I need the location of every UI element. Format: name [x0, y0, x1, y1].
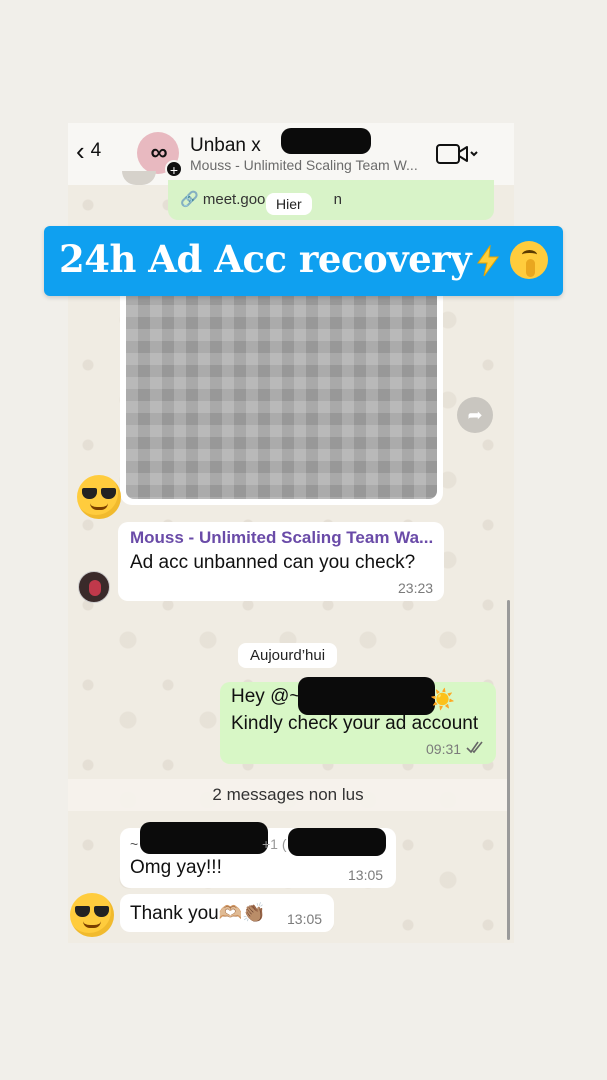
redaction-mark: [298, 677, 435, 715]
plus-icon: +: [165, 160, 183, 178]
message-text: Thank you🫶🏼👏🏽: [130, 903, 267, 924]
message-sender[interactable]: Mouss - Unlimited Scaling Team Wa...: [130, 528, 433, 548]
banner-text: 24h Ad Acc recovery: [59, 237, 472, 281]
image-message[interactable]: [120, 293, 443, 505]
redaction-mark: [288, 828, 386, 856]
link-icon: 🔗: [180, 191, 199, 208]
message-time: 09:31: [426, 741, 462, 757]
redaction-mark: [140, 822, 268, 854]
video-call-icon[interactable]: [436, 143, 480, 167]
message-sender-phone: +1 (: [262, 836, 287, 852]
unread-chats-count: 4: [90, 140, 102, 161]
chat-title[interactable]: Unban x: [190, 135, 261, 157]
group-avatar[interactable]: ∞ +: [137, 132, 183, 178]
meta-logo-icon: ∞: [150, 139, 167, 166]
shushing-face-icon: [510, 241, 548, 279]
redaction-mark: [281, 128, 371, 154]
message-text: Omg yay!!!: [130, 857, 222, 878]
message-text: Hey @~: [231, 686, 301, 707]
sunglasses-emoji-icon: [70, 893, 114, 937]
scrollbar[interactable]: [507, 600, 510, 940]
avatar[interactable]: [78, 571, 110, 603]
blurred-screenshot: [126, 293, 437, 499]
message-time: 23:23: [398, 580, 434, 596]
unread-messages-divider: 2 messages non lus: [68, 779, 508, 811]
date-separator: Aujourd’hui: [238, 643, 338, 668]
lightning-bolt-icon: [477, 245, 499, 277]
double-check-icon: [466, 741, 483, 754]
forward-icon[interactable]: ➦: [457, 397, 493, 433]
chat-subtitle[interactable]: Mouss - Unlimited Scaling Team W...: [190, 157, 418, 173]
message-sender[interactable]: ~: [130, 836, 138, 852]
message-time: 13:05: [287, 911, 323, 927]
sunglasses-emoji-icon: [77, 475, 121, 519]
date-separator: Hier: [266, 193, 312, 215]
message-text: Kindly check your ad account: [231, 713, 479, 734]
message-text: Ad acc unbanned can you check?: [130, 552, 416, 573]
back-button[interactable]: ‹ 4: [76, 136, 102, 166]
chevron-left-icon: ‹: [76, 136, 85, 166]
message-time: 13:05: [348, 867, 384, 883]
link-preview[interactable]: 🔗 meet.goo n: [180, 190, 342, 208]
promo-banner: 24h Ad Acc recovery: [44, 226, 563, 296]
sun-emoji-icon: ☀️: [430, 689, 455, 711]
